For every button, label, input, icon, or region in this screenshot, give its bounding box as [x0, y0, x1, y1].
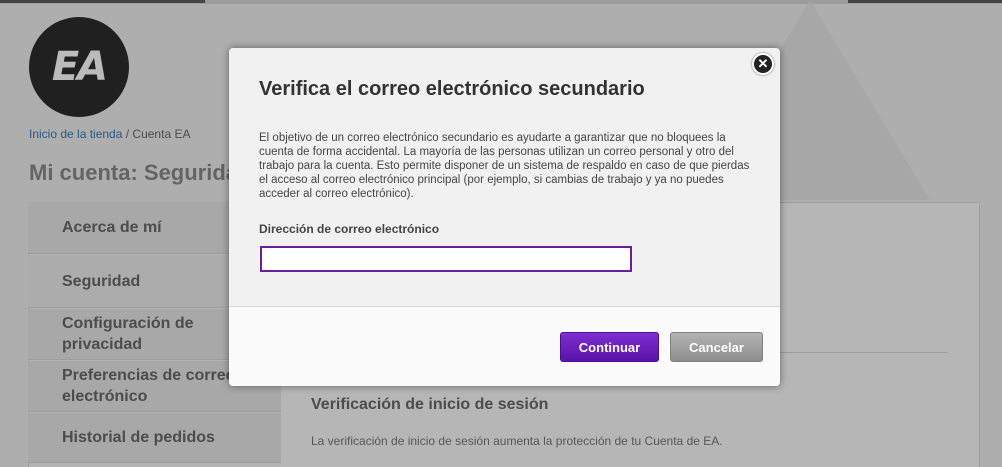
continue-button[interactable]: Continuar [560, 332, 659, 362]
close-button[interactable]: ✕ [752, 53, 774, 75]
close-icon: ✕ [757, 56, 769, 71]
email-field-label: Dirección de correo electrónico [259, 222, 440, 236]
email-field[interactable] [260, 246, 632, 272]
dialog-title: Verifica el correo electrónico secundari… [259, 78, 645, 100]
cancel-button[interactable]: Cancelar [670, 332, 763, 362]
dialog-description: El objetivo de un correo electrónico sec… [259, 132, 750, 200]
